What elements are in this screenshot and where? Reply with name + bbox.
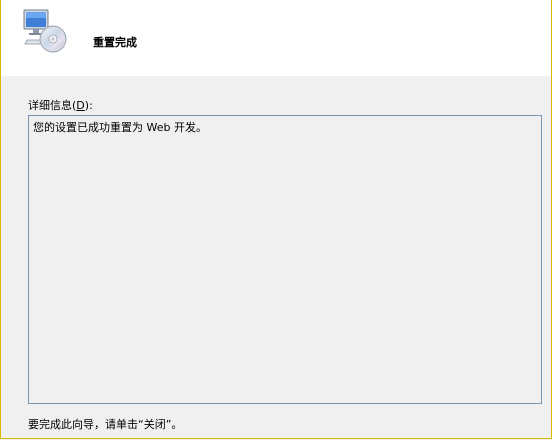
wizard-header: 重置完成 <box>1 0 551 76</box>
details-label-prefix: 详细信息( <box>28 99 77 112</box>
details-label-accelerator: D <box>76 99 85 112</box>
wizard-window: 重置完成 详细信息(D): 您的设置已成功重置为 Web 开发。 要完成此向导，… <box>0 0 552 439</box>
footer-instruction: 要完成此向导，请单击“关闭”。 <box>28 418 183 431</box>
details-label: 详细信息(D): <box>28 97 93 113</box>
page-title: 重置完成 <box>93 36 137 49</box>
details-textbox[interactable]: 您的设置已成功重置为 Web 开发。 <box>28 115 542 404</box>
computer-disc-icon <box>23 8 67 54</box>
details-label-suffix: ): <box>84 99 93 112</box>
